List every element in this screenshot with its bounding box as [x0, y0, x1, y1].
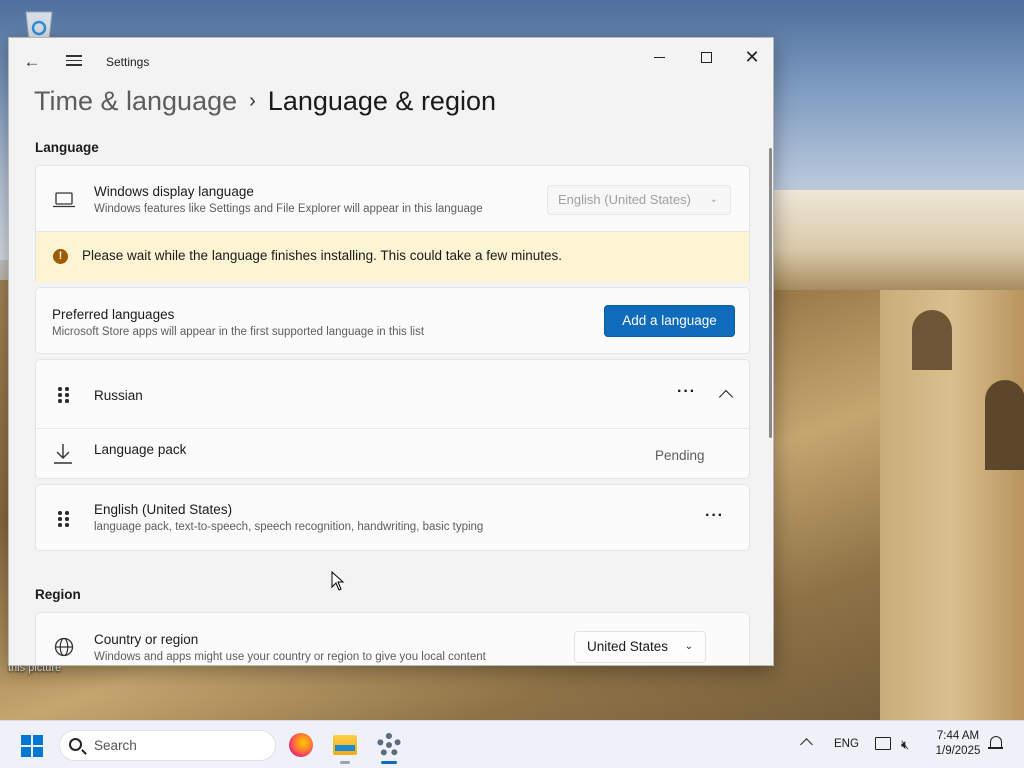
breadcrumb-parent-link[interactable]: Time & language — [34, 86, 237, 116]
desktop-wallpaper-arch — [912, 310, 952, 370]
title-bar[interactable]: ← Settings ✕ — [9, 38, 773, 84]
taskbar: Search ENG 🔇︎ 7:44 AM 1/9/2025 — [0, 720, 1024, 768]
scrollbar[interactable] — [769, 148, 772, 438]
warning-icon: ! — [53, 249, 68, 264]
more-options-icon[interactable]: ··· — [677, 383, 696, 401]
search-icon — [69, 738, 82, 751]
desktop-wallpaper-bridge — [880, 290, 1024, 720]
preferred-languages-title: Preferred languages — [52, 307, 175, 322]
laptop-icon — [53, 192, 75, 208]
language-pack-status: Pending — [655, 448, 705, 463]
chevron-up-icon[interactable] — [718, 389, 734, 405]
display-language-title: Windows display language — [94, 184, 254, 199]
warning-text: Please wait while the language finishes … — [82, 248, 563, 263]
display-language-dropdown-value: English (United States) — [558, 192, 691, 207]
preferred-languages-card: Preferred languages Microsoft Store apps… — [35, 287, 750, 354]
hamburger-menu-icon[interactable] — [63, 52, 85, 72]
desktop-wallpaper-town — [774, 190, 1024, 290]
more-options-icon[interactable]: ··· — [705, 507, 724, 525]
minimize-button[interactable] — [637, 42, 683, 74]
drag-handle-icon[interactable] — [58, 511, 70, 527]
language-pack-label: Language pack — [94, 442, 187, 457]
input-language-indicator[interactable]: ENG — [834, 738, 859, 750]
chevron-down-icon: ⌄ — [709, 194, 718, 205]
language-name: Russian — [94, 388, 143, 403]
recycle-bin-icon[interactable] — [20, 10, 58, 40]
desktop-wallpaper-arch — [985, 380, 1024, 470]
breadcrumb: Time & language › Language & region — [34, 86, 496, 122]
display-language-card: Windows display language Windows feature… — [35, 165, 750, 232]
language-features: language pack, text-to-speech, speech re… — [94, 521, 484, 533]
settings-gear-icon[interactable] — [373, 729, 405, 764]
search-placeholder: Search — [94, 738, 137, 753]
clock-time: 7:44 AM — [936, 730, 980, 742]
language-item-english: English (United States) language pack, t… — [35, 484, 750, 551]
add-language-button[interactable]: Add a language — [604, 305, 735, 337]
language-item-russian: Russian ··· Language pack Pending — [35, 359, 750, 479]
section-title-region: Region — [35, 587, 81, 602]
file-explorer-icon[interactable] — [329, 729, 361, 764]
section-title-language: Language — [35, 140, 99, 155]
maximize-button[interactable] — [683, 42, 729, 74]
download-icon — [54, 444, 72, 464]
clock-date: 1/9/2025 — [935, 745, 981, 757]
app-active-indicator — [381, 761, 397, 764]
language-name: English (United States) — [94, 502, 233, 517]
chevron-down-icon: ⌄ — [684, 641, 693, 652]
show-hidden-icons-chevron-icon[interactable] — [800, 738, 813, 751]
drag-handle-icon[interactable] — [58, 387, 70, 403]
country-region-dropdown[interactable]: United States ⌄ — [574, 631, 706, 663]
divider — [36, 428, 749, 429]
network-icon[interactable] — [875, 737, 891, 750]
country-region-title: Country or region — [94, 632, 199, 647]
country-region-dropdown-value: United States — [587, 639, 669, 654]
display-language-subtitle: Windows features like Settings and File … — [94, 203, 483, 215]
windows-start-icon[interactable] — [21, 735, 43, 757]
install-warning-bar: ! Please wait while the language finishe… — [35, 232, 750, 282]
clock[interactable]: 7:44 AM 1/9/2025 — [932, 729, 984, 759]
window-title: Settings — [106, 55, 150, 69]
notification-bell-icon[interactable] — [988, 736, 1003, 752]
mouse-cursor-icon — [331, 571, 345, 591]
back-arrow-icon[interactable]: ← — [21, 52, 43, 72]
page-title: Language & region — [267, 86, 496, 116]
app-running-indicator — [340, 761, 350, 764]
volume-muted-icon[interactable]: 🔇︎ — [901, 737, 909, 753]
breadcrumb-separator-icon: › — [249, 90, 256, 112]
globe-icon — [54, 637, 74, 657]
country-region-subtitle: Windows and apps might use your country … — [94, 651, 486, 663]
display-language-dropdown[interactable]: English (United States) ⌄ — [547, 185, 731, 215]
country-region-card: Country or region Windows and apps might… — [35, 612, 750, 665]
settings-window: ← Settings ✕ Time & language › Language & … — [8, 37, 774, 666]
close-button[interactable]: ✕ — [729, 42, 773, 74]
taskbar-search-box[interactable]: Search — [59, 730, 276, 761]
preferred-languages-subtitle: Microsoft Store apps will appear in the … — [52, 326, 425, 338]
firefox-icon[interactable] — [285, 729, 317, 761]
